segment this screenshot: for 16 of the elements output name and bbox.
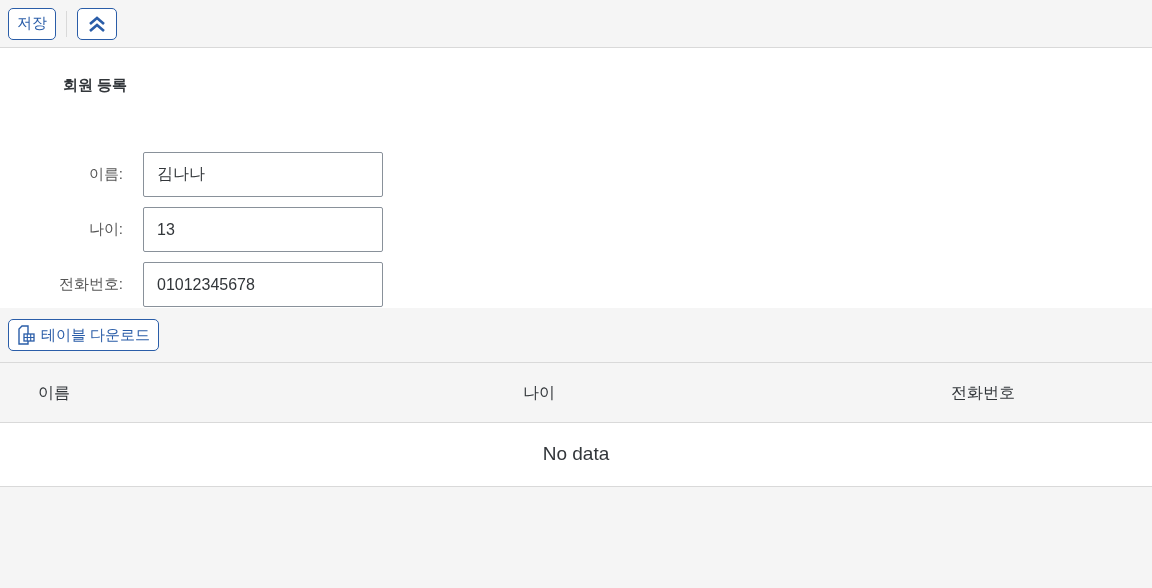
input-field[interactable]: 김나나 — [143, 152, 383, 197]
download-button[interactable]: 테이블 다운로드 — [8, 319, 160, 351]
spreadsheet-icon — [17, 325, 35, 345]
field-label: 이름: — [87, 164, 123, 185]
input-field[interactable]: 13 — [143, 207, 383, 252]
collapse-button[interactable] — [77, 7, 117, 40]
field-label: 전화번호: — [57, 274, 123, 295]
column-header: 전화번호 — [951, 383, 1015, 401]
column-header: 나이 — [523, 383, 555, 401]
double-chevron-up-icon — [87, 14, 107, 33]
save-button[interactable]: 저장 — [8, 7, 56, 40]
form-title: 회원 등록 — [63, 75, 128, 95]
field-label: 나이: — [87, 219, 123, 240]
column-header: 이름 — [38, 383, 70, 401]
input-field[interactable]: 01012345678 — [143, 262, 383, 307]
empty-message: No data — [542, 442, 610, 467]
